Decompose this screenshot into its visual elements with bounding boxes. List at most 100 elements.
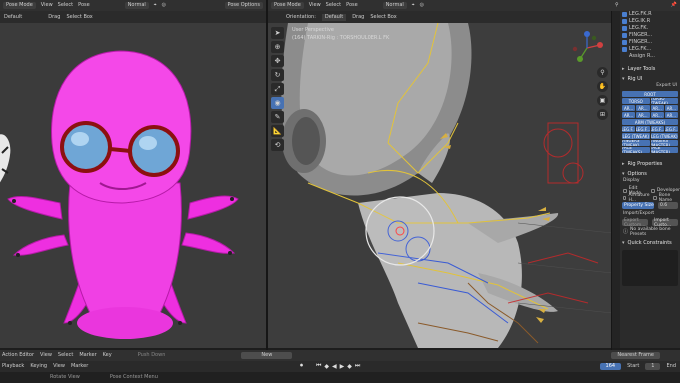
props-search-icon[interactable]: ⚲ [615,3,619,8]
camera-icon[interactable]: ▣ [597,95,608,106]
face-row: FACE (TWEAKS) FACE (MASTER) [620,147,680,153]
rotate-icon[interactable]: ↻ [271,69,284,81]
fingers-tweak-button[interactable]: FINGERS (TWEAK) [622,140,650,146]
left-mode-dropdown[interactable]: Pose Mode [3,2,36,9]
bone-roll-icon[interactable]: ⟲ [271,139,284,151]
right-transform-dropdown[interactable]: Normal [382,2,407,9]
right-menu-pose[interactable]: Pose [346,3,358,8]
next-key-icon[interactable]: ◆ [347,363,352,370]
tl-menu-view[interactable]: View [40,353,52,358]
right-drag-value[interactable]: Select Box [370,14,396,20]
layer-tools-section[interactable]: ▸ Layer Tools [620,64,680,74]
right-proportional-icon[interactable]: ◎ [420,3,424,8]
pan-hand-icon[interactable]: ✋ [597,81,608,92]
rig-properties-section[interactable]: ▸ Rig Properties [620,159,680,169]
properties-tabs[interactable] [612,11,620,348]
tl2-menu-view[interactable]: View [53,364,65,369]
arm-button[interactable]: AR... [622,105,636,111]
left-orientation[interactable]: Default [4,14,22,20]
bone-list-item[interactable]: LEG.IK.R [620,18,680,25]
editor-type-dropdown[interactable]: Action Editor [2,353,34,358]
property-size-value[interactable]: 0.6 [658,202,678,209]
left-menu-view[interactable]: View [41,3,53,8]
measure-icon[interactable]: 📐 [271,125,284,137]
left-options-dropdown[interactable]: Pose Options [224,2,263,9]
keying-dropdown[interactable]: Keying [30,364,47,369]
zoom-icon[interactable]: ⚲ [597,67,608,78]
jump-start-icon[interactable]: ⏮ [316,362,321,370]
bone-list-item[interactable]: LEG.FK. [620,25,680,32]
leg-button[interactable]: LEG.F... [650,126,664,132]
bone-list-item[interactable]: Assign R... [620,53,680,60]
arm-button[interactable]: AR... [650,105,664,111]
play-reverse-icon[interactable]: ◀ [332,363,337,370]
left-drag-value[interactable]: Select Box [66,14,92,20]
play-icon[interactable]: ▶ [340,363,345,370]
left-menu-pose[interactable]: Pose [78,3,90,8]
right-menu-select[interactable]: Select [326,3,341,8]
bone-name-checkbox[interactable]: Bone Name [650,193,680,203]
arm-tweaks-button[interactable]: ARM (TWEAKS) [622,119,678,125]
push-down-button[interactable]: Push Down [138,353,166,358]
tl-menu-key[interactable]: Key [103,353,112,358]
leg-button[interactable]: LEG.F... [664,126,678,132]
export-custom-button[interactable]: Export Custom... [622,218,648,228]
current-frame-field[interactable]: 164 [599,363,622,370]
grid-icon[interactable]: ⊞ [597,109,608,120]
prev-key-icon[interactable]: ◆ [324,363,329,370]
snap-icon[interactable]: ⌖ [154,3,157,8]
start-frame-field[interactable]: 1 [645,363,661,370]
tl2-menu-marker[interactable]: Marker [71,364,88,369]
root-button[interactable]: ROOT [622,91,678,97]
right-snap-icon[interactable]: ⌖ [412,3,415,8]
bone-list-item[interactable]: FINGER... [620,32,680,39]
left-viewport[interactable] [0,23,266,348]
bone-list-item[interactable]: FINGER... [620,39,680,46]
left-transform-dropdown[interactable]: Normal [124,2,149,9]
jump-end-icon[interactable]: ⏭ [355,362,360,370]
bone-list-item[interactable]: LEG.FK.R [620,11,680,18]
face-master-button[interactable]: FACE (MASTER) [650,147,678,153]
leg-tweak-button[interactable]: LEG (TWEAK) [650,133,678,139]
export-ui-label[interactable]: Export UI [620,83,680,91]
leg-button[interactable]: LEG.F... [622,126,636,132]
face-tweaks-button[interactable]: FACE (TWEAKS) [622,147,650,153]
property-size-field[interactable]: Property Size [622,202,654,209]
move-icon[interactable]: ✥ [271,55,284,67]
right-mode-dropdown[interactable]: Pose Mode [271,2,304,9]
cursor-icon[interactable]: ⊕ [271,41,284,53]
checkbox [623,188,627,193]
quick-constraints-section[interactable]: ▾ Quick Constraints [620,238,680,248]
annotate-icon[interactable]: ✎ [271,111,284,123]
armature-checkbox[interactable]: Armature H... [620,193,650,203]
leg-button[interactable]: LEG.F... [636,126,650,132]
leg-tweak-button[interactable]: LEG (TWEAK) [622,133,650,139]
transform-icon[interactable]: ◉ [271,97,284,109]
import-custom-button[interactable]: Import Custo... [652,218,678,228]
nearest-frame-dropdown[interactable]: Nearest Frame [611,352,660,359]
scale-icon[interactable]: ⤢ [271,83,284,95]
navigation-gizmo[interactable] [570,31,604,65]
right-viewport[interactable]: User Perspective (164) TARKIN-Rig : TORS… [268,23,612,348]
props-pin-icon[interactable]: 📌 [671,3,677,8]
tl-menu-select[interactable]: Select [58,353,73,358]
left-menu-select[interactable]: Select [58,3,73,8]
arm-button[interactable]: AR... [650,112,664,118]
right-orientation-value[interactable]: Default [321,13,347,21]
arm-button[interactable]: AR... [636,112,650,118]
select-cursor-icon[interactable]: ➤ [271,27,284,39]
right-menu-view[interactable]: View [309,3,321,8]
proportional-icon[interactable]: ◎ [162,3,166,8]
record-icon[interactable]: ⏺ [300,362,303,370]
arm-button[interactable]: AR... [622,112,636,118]
torso-tweak-button[interactable]: TORSO (TWEAK) [650,98,678,104]
playback-dropdown[interactable]: Playback [2,364,24,369]
bone-list-item[interactable]: LEG.FK... [620,46,680,53]
fingers-master-button[interactable]: FINGERS (MASTER) [650,140,678,146]
torso-button[interactable]: TORSO [622,98,650,104]
tl-menu-marker[interactable]: Marker [79,353,96,358]
new-action-button[interactable]: New [241,352,293,359]
arm-button[interactable]: AR... [664,105,678,111]
arm-button[interactable]: AR... [664,112,678,118]
arm-button[interactable]: AR... [636,105,650,111]
